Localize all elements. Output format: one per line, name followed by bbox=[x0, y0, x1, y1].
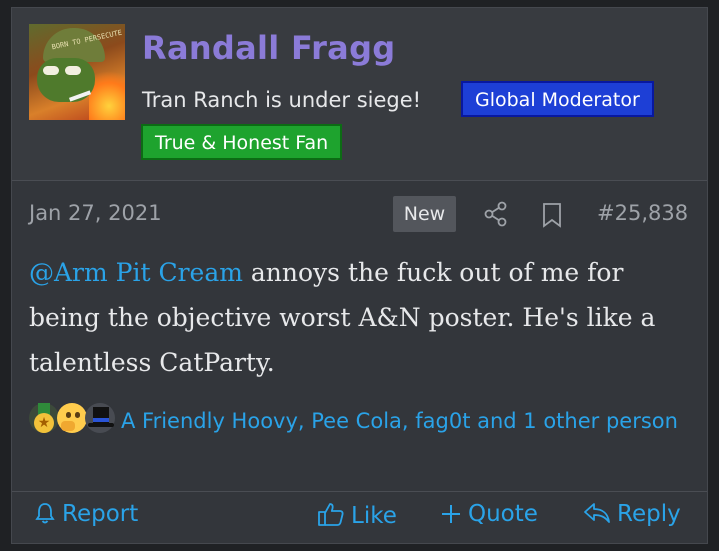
post-number-link[interactable]: #25,838 bbox=[597, 201, 688, 225]
reply-label: Reply bbox=[617, 501, 681, 527]
reactions-bar: ★ A Friendly Hoovy, Pee Cola, fag0t and … bbox=[29, 403, 699, 439]
bell-icon bbox=[35, 503, 55, 524]
like-button[interactable]: Like bbox=[317, 501, 397, 529]
report-label: Report bbox=[62, 501, 139, 527]
quote-button[interactable]: Quote bbox=[440, 501, 538, 527]
new-label: New bbox=[393, 196, 456, 232]
fan-badge: True & Honest Fan bbox=[141, 124, 343, 160]
top-hat-icon bbox=[85, 403, 115, 433]
frog-eye-right bbox=[65, 66, 81, 75]
username[interactable]: Randall Fragg bbox=[142, 29, 396, 67]
reactions-list-link[interactable]: A Friendly Hoovy, Pee Cola, fag0t and 1 … bbox=[121, 409, 678, 433]
moderator-badge: Global Moderator bbox=[461, 81, 654, 117]
post-date[interactable]: Jan 27, 2021 bbox=[29, 201, 162, 225]
thinking-face-icon bbox=[57, 403, 87, 433]
plus-icon bbox=[442, 505, 460, 523]
reply-button[interactable]: Reply bbox=[583, 501, 681, 527]
reply-arrow-icon bbox=[584, 503, 610, 523]
share-icon[interactable] bbox=[482, 200, 510, 228]
like-label: Like bbox=[351, 503, 397, 529]
avatar[interactable]: BORN TO PERSECUTE bbox=[29, 24, 125, 120]
footer-divider bbox=[12, 491, 707, 492]
thumbs-up-icon bbox=[318, 503, 344, 526]
reaction-icons: ★ bbox=[29, 403, 121, 435]
post-message: @Arm Pit Cream annoys the fuck out of me… bbox=[29, 250, 689, 385]
user-mention-link[interactable]: @Arm Pit Cream bbox=[29, 258, 243, 287]
bookmark-icon[interactable] bbox=[540, 201, 564, 229]
user-title: Tran Ranch is under siege! bbox=[142, 88, 422, 112]
post-container: BORN TO PERSECUTE Randall Fragg Tran Ran… bbox=[11, 7, 708, 544]
report-button[interactable]: Report bbox=[34, 501, 138, 527]
frog-eye-left bbox=[43, 66, 59, 75]
medal-icon: ★ bbox=[29, 403, 59, 433]
quote-label: Quote bbox=[468, 501, 538, 527]
user-block: BORN TO PERSECUTE Randall Fragg Tran Ran… bbox=[12, 8, 707, 181]
